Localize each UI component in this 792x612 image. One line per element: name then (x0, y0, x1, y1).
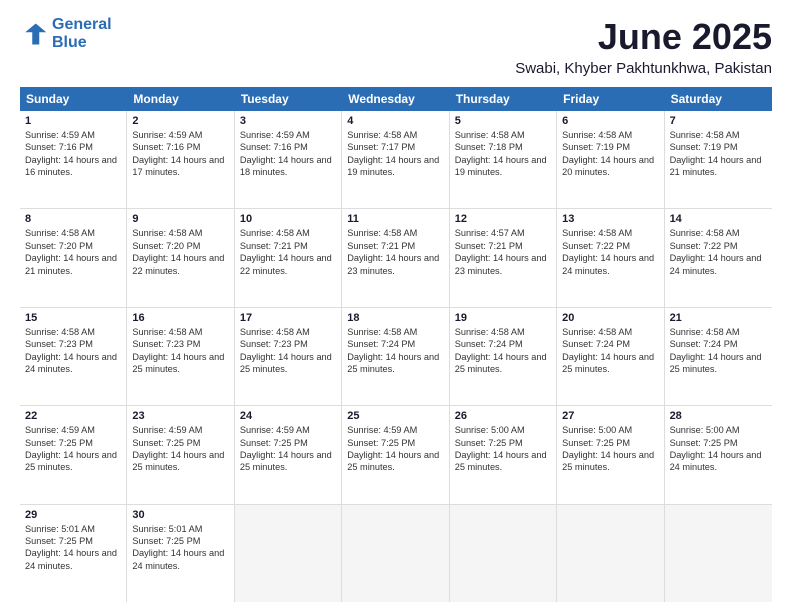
header-saturday: Saturday (665, 87, 772, 111)
empty-cell-3 (450, 505, 557, 602)
logo: General Blue (20, 16, 112, 51)
day-11: 11 Sunrise: 4:58 AM Sunset: 7:21 PM Dayl… (342, 209, 449, 306)
day-17: 17 Sunrise: 4:58 AM Sunset: 7:23 PM Dayl… (235, 308, 342, 405)
day-13: 13 Sunrise: 4:58 AM Sunset: 7:22 PM Dayl… (557, 209, 664, 306)
day-15: 15 Sunrise: 4:58 AM Sunset: 7:23 PM Dayl… (20, 308, 127, 405)
day-22: 22 Sunrise: 4:59 AM Sunset: 7:25 PM Dayl… (20, 406, 127, 503)
week-row-3: 15 Sunrise: 4:58 AM Sunset: 7:23 PM Dayl… (20, 308, 772, 406)
day-3: 3 Sunrise: 4:59 AM Sunset: 7:16 PM Dayli… (235, 111, 342, 208)
logo-text: General Blue (52, 16, 112, 51)
day-19: 19 Sunrise: 4:58 AM Sunset: 7:24 PM Dayl… (450, 308, 557, 405)
empty-cell-1 (235, 505, 342, 602)
day-4: 4 Sunrise: 4:58 AM Sunset: 7:17 PM Dayli… (342, 111, 449, 208)
day-28: 28 Sunrise: 5:00 AM Sunset: 7:25 PM Dayl… (665, 406, 772, 503)
header-thursday: Thursday (450, 87, 557, 111)
calendar-body: 1 Sunrise: 4:59 AM Sunset: 7:16 PM Dayli… (20, 111, 772, 602)
header-tuesday: Tuesday (235, 87, 342, 111)
day-5: 5 Sunrise: 4:58 AM Sunset: 7:18 PM Dayli… (450, 111, 557, 208)
week-row-4: 22 Sunrise: 4:59 AM Sunset: 7:25 PM Dayl… (20, 406, 772, 504)
main-title: June 2025 (515, 16, 772, 58)
header-friday: Friday (557, 87, 664, 111)
header: General Blue June 2025 Swabi, Khyber Pak… (20, 16, 772, 77)
day-2: 2 Sunrise: 4:59 AM Sunset: 7:16 PM Dayli… (127, 111, 234, 208)
day-24: 24 Sunrise: 4:59 AM Sunset: 7:25 PM Dayl… (235, 406, 342, 503)
subtitle: Swabi, Khyber Pakhtunkhwa, Pakistan (515, 60, 772, 77)
day-6: 6 Sunrise: 4:58 AM Sunset: 7:19 PM Dayli… (557, 111, 664, 208)
calendar-header: Sunday Monday Tuesday Wednesday Thursday… (20, 87, 772, 111)
header-sunday: Sunday (20, 87, 127, 111)
day-7: 7 Sunrise: 4:58 AM Sunset: 7:19 PM Dayli… (665, 111, 772, 208)
day-14: 14 Sunrise: 4:58 AM Sunset: 7:22 PM Dayl… (665, 209, 772, 306)
day-12: 12 Sunrise: 4:57 AM Sunset: 7:21 PM Dayl… (450, 209, 557, 306)
page: General Blue June 2025 Swabi, Khyber Pak… (0, 0, 792, 612)
logo-blue: Blue (52, 34, 87, 51)
calendar: Sunday Monday Tuesday Wednesday Thursday… (20, 87, 772, 602)
week-row-2: 8 Sunrise: 4:58 AM Sunset: 7:20 PM Dayli… (20, 209, 772, 307)
header-wednesday: Wednesday (342, 87, 449, 111)
day-16: 16 Sunrise: 4:58 AM Sunset: 7:23 PM Dayl… (127, 308, 234, 405)
empty-cell-2 (342, 505, 449, 602)
week-row-5: 29 Sunrise: 5:01 AM Sunset: 7:25 PM Dayl… (20, 505, 772, 602)
title-block: June 2025 Swabi, Khyber Pakhtunkhwa, Pak… (515, 16, 772, 77)
day-29: 29 Sunrise: 5:01 AM Sunset: 7:25 PM Dayl… (20, 505, 127, 602)
day-30: 30 Sunrise: 5:01 AM Sunset: 7:25 PM Dayl… (127, 505, 234, 602)
week-row-1: 1 Sunrise: 4:59 AM Sunset: 7:16 PM Dayli… (20, 111, 772, 209)
day-9: 9 Sunrise: 4:58 AM Sunset: 7:20 PM Dayli… (127, 209, 234, 306)
header-monday: Monday (127, 87, 234, 111)
day-18: 18 Sunrise: 4:58 AM Sunset: 7:24 PM Dayl… (342, 308, 449, 405)
logo-general: General (52, 16, 112, 33)
day-23: 23 Sunrise: 4:59 AM Sunset: 7:25 PM Dayl… (127, 406, 234, 503)
logo-icon (20, 20, 48, 48)
day-8: 8 Sunrise: 4:58 AM Sunset: 7:20 PM Dayli… (20, 209, 127, 306)
empty-cell-5 (665, 505, 772, 602)
day-20: 20 Sunrise: 4:58 AM Sunset: 7:24 PM Dayl… (557, 308, 664, 405)
day-10: 10 Sunrise: 4:58 AM Sunset: 7:21 PM Dayl… (235, 209, 342, 306)
day-21: 21 Sunrise: 4:58 AM Sunset: 7:24 PM Dayl… (665, 308, 772, 405)
day-25: 25 Sunrise: 4:59 AM Sunset: 7:25 PM Dayl… (342, 406, 449, 503)
day-27: 27 Sunrise: 5:00 AM Sunset: 7:25 PM Dayl… (557, 406, 664, 503)
day-1: 1 Sunrise: 4:59 AM Sunset: 7:16 PM Dayli… (20, 111, 127, 208)
day-26: 26 Sunrise: 5:00 AM Sunset: 7:25 PM Dayl… (450, 406, 557, 503)
empty-cell-4 (557, 505, 664, 602)
